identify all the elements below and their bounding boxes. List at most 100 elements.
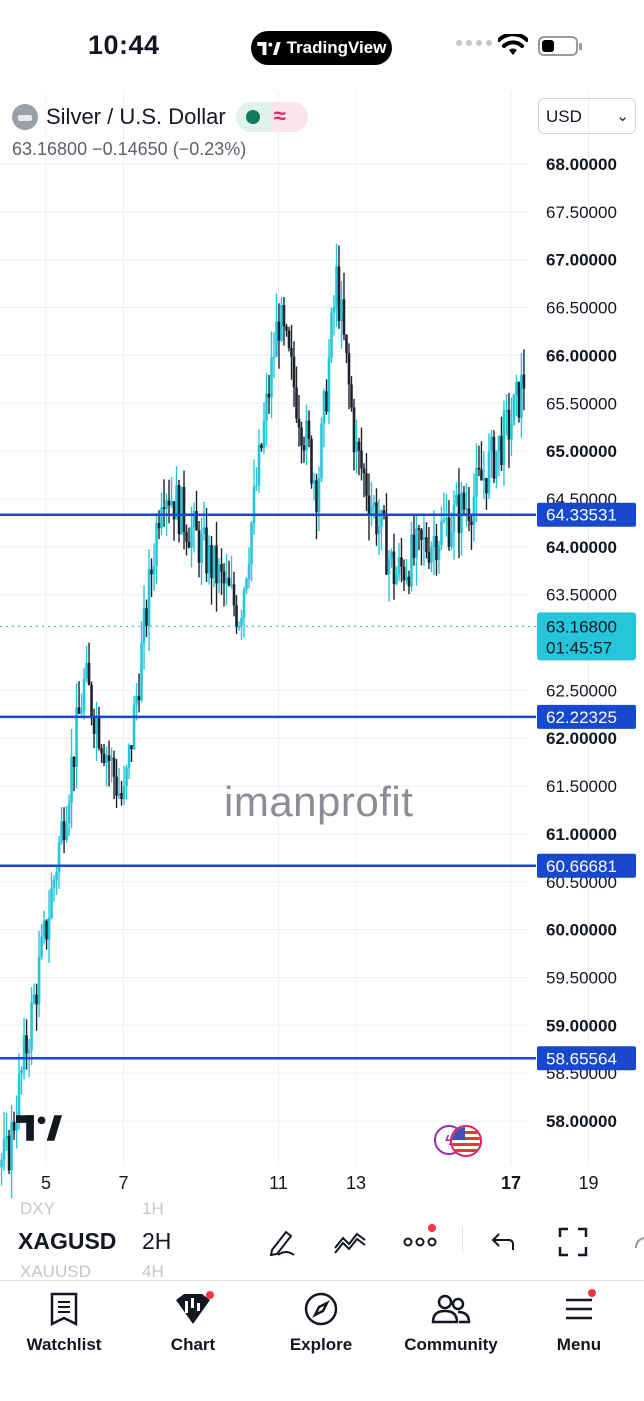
candle-body [40,936,43,958]
candle-body [355,441,358,453]
candle-body [52,879,56,888]
candle-body [122,785,126,800]
silver-symbol-icon [12,104,38,130]
current-price-label: 63.16800 [546,617,617,636]
candle-body [430,547,433,563]
candle-body [315,480,318,513]
candle-body [335,266,338,307]
candle-body [232,584,236,606]
price-summary: 63.16800 −0.14650 (−0.23%) [12,139,246,160]
compass-icon [304,1292,338,1326]
candle-body [522,374,526,389]
nav-community[interactable]: Community [396,1289,506,1355]
price-chart[interactable]: 68.00000 67.50000 67.00000 66.50000 66.00000… [0,92,644,1200]
economic-events[interactable]: ϟ [434,1125,484,1157]
candle-body [137,695,141,701]
candle-body [235,605,238,627]
candle-body [337,266,341,322]
candle-body [20,1069,23,1074]
candle-body [402,566,406,581]
market-status-badge[interactable]: ≈ [235,102,308,132]
toolbar-overflow-button[interactable] [624,1222,644,1262]
y-axis-tick-label: 62.50000 [546,681,617,700]
level-label: 64.33531 [546,506,617,525]
symbol-header[interactable]: Silver / U.S. Dollar ≈ [12,102,308,132]
candle-body [475,467,478,497]
candle-body [237,626,241,628]
candle-body [460,492,463,534]
candle-body [370,505,373,514]
wifi-icon [498,34,528,55]
candle-body [117,792,121,796]
nav-menu-label: Menu [556,1335,602,1354]
drawing-tool-button[interactable] [262,1222,302,1262]
candle-body [502,411,506,466]
nav-explore[interactable]: Explore [266,1289,376,1355]
candle-body [105,755,108,764]
candle-body [300,427,303,446]
candle-body [515,381,518,395]
nav-menu[interactable]: Menu [524,1289,634,1355]
nav-watchlist[interactable]: Watchlist [9,1289,119,1355]
candle-body [350,384,353,408]
candle-body [112,757,116,777]
nav-chart[interactable]: Chart [138,1289,248,1355]
candle-body [327,357,331,412]
indicators-button[interactable] [330,1222,370,1262]
candle-body [185,531,188,542]
candle-body [242,589,246,618]
candle-body [142,608,146,644]
candle-body [352,407,356,453]
candle-body [342,299,346,335]
candle-body [450,532,453,547]
candle-body [167,500,171,506]
candle-body [95,716,98,734]
candle-body [227,577,231,586]
candle-body [435,536,438,561]
candle-body [197,530,201,563]
candle-body [92,716,96,734]
candle-body [397,557,401,575]
candle-body [230,584,233,586]
candle-body [520,374,523,418]
candle-body [25,1035,28,1054]
candle-body [490,436,493,452]
candle-body [50,887,53,919]
candle-body [270,357,273,398]
x-axis-tick-label: 17 [501,1173,521,1193]
more-tools-button[interactable] [400,1222,440,1262]
candle-body [310,438,313,484]
candle-body [87,662,91,686]
y-axis-tick-label: 61.50000 [546,777,617,796]
candle-body [120,792,123,800]
candle-body [72,756,76,767]
currency-select[interactable]: USD ⌄ [538,98,636,134]
notification-dot [428,1224,436,1232]
candle-body [367,495,371,514]
candle-body [307,420,311,439]
candle-body [27,1049,31,1054]
fullscreen-button[interactable] [553,1222,593,1262]
candle-body [320,423,323,478]
candle-body [415,528,418,558]
us-flag-event-icon[interactable] [450,1125,482,1157]
candle-body [400,557,403,567]
undo-button[interactable] [482,1222,522,1262]
candle-body [427,552,431,563]
candle-body [470,521,473,526]
more-dots-icon [403,1237,437,1247]
interval-selector[interactable]: 2H [142,1228,171,1255]
candle-body [472,496,476,526]
candle-body [365,473,368,496]
symbol-selector[interactable]: XAGUSD [18,1228,116,1255]
candle-body [132,704,136,750]
app-pill: TradingView [251,31,392,65]
candle-body [22,1035,26,1070]
level-label: 62.22325 [546,708,617,727]
candle-body [447,517,451,547]
candle-body [80,711,83,714]
y-axis-tick-label: 60.00000 [546,921,617,940]
y-axis-tick-label: 61.00000 [546,825,617,844]
candle-body [82,678,86,712]
candle-body [180,486,183,535]
